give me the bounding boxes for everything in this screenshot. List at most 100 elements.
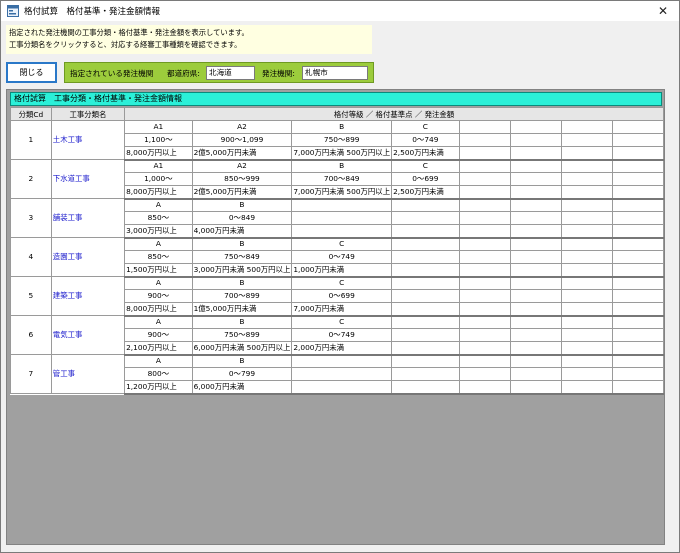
- category-code: 6: [10, 315, 52, 355]
- issuer-org-field[interactable]: 札幌市: [302, 66, 368, 80]
- grade-cell: [458, 120, 511, 134]
- app-form-icon: [7, 5, 19, 17]
- order-amount-cell: [612, 341, 664, 356]
- prefecture-field[interactable]: 北海道: [206, 66, 255, 80]
- score-range-cell: 0〜699: [291, 289, 393, 303]
- score-range-cell: [561, 289, 614, 303]
- score-range-cell: [612, 328, 664, 342]
- grade-cell: B: [291, 159, 393, 173]
- category-code: 1: [10, 120, 52, 160]
- main-window: 格付試算 格付基準・発注金額情報 ✕ 指定された発注機関の工事分類・格付基準・発…: [0, 0, 680, 553]
- category-name-link[interactable]: 舗装工事: [50, 198, 126, 238]
- grade-cell: [509, 120, 563, 134]
- order-amount-cell: [391, 224, 460, 239]
- order-amount-cell: 2,000万円未満: [291, 341, 393, 356]
- grade-cell: [458, 276, 511, 290]
- order-amount-cell: 6,000万円未満 500万円以上: [191, 341, 293, 356]
- grade-cell: A2: [191, 159, 293, 173]
- grade-cell: [458, 315, 511, 329]
- grade-cell: [391, 276, 460, 290]
- score-range-cell: 850〜999: [191, 172, 293, 186]
- score-range-cell: 1,100〜: [124, 133, 193, 147]
- grade-cell: A: [124, 315, 193, 329]
- order-amount-cell: [509, 185, 563, 200]
- score-range-cell: [391, 289, 460, 303]
- grade-cell: [509, 159, 563, 173]
- window-close-icon[interactable]: ✕: [653, 2, 673, 20]
- score-range-cell: [291, 367, 393, 381]
- grade-cell: [612, 159, 664, 173]
- order-amount-cell: [458, 224, 511, 239]
- category-name-link[interactable]: 下水道工事: [50, 159, 126, 199]
- order-amount-cell: 7,000万円未満: [291, 302, 393, 317]
- category-name-link[interactable]: 管工事: [50, 354, 126, 394]
- score-range-cell: 750〜899: [191, 328, 293, 342]
- category-name-link[interactable]: 電気工事: [50, 315, 126, 355]
- order-amount-cell: [458, 185, 511, 200]
- score-range-cell: [509, 328, 563, 342]
- score-range-cell: 0〜849: [191, 211, 293, 225]
- order-amount-cell: [291, 380, 393, 395]
- score-range-cell: 1,000〜: [124, 172, 193, 186]
- order-amount-cell: 3,000万円以上: [124, 224, 193, 239]
- score-range-cell: [561, 328, 614, 342]
- column-header-no: 分類Cd: [10, 107, 52, 121]
- order-amount-cell: 7,000万円未満 500万円以上: [291, 146, 393, 161]
- instruction-line-1: 指定された発注機関の工事分類・格付基準・発注金額を表示しています。: [9, 28, 249, 37]
- grade-cell: [561, 276, 614, 290]
- score-range-cell: [509, 172, 563, 186]
- grade-cell: [391, 198, 460, 212]
- grade-cell: B: [191, 315, 293, 329]
- grade-cell: [612, 315, 664, 329]
- score-range-cell: [561, 211, 614, 225]
- grade-cell: [561, 354, 614, 368]
- grade-cell: [612, 120, 664, 134]
- grade-cell: [391, 315, 460, 329]
- order-amount-cell: [612, 380, 664, 395]
- grade-cell: C: [291, 315, 393, 329]
- grade-cell: [509, 198, 563, 212]
- order-amount-cell: [561, 185, 614, 200]
- order-amount-cell: 2億5,000万円未満: [191, 146, 293, 161]
- title-bar: 格付試算 格付基準・発注金額情報 ✕: [1, 1, 679, 21]
- grade-cell: [561, 120, 614, 134]
- grade-cell: C: [391, 159, 460, 173]
- score-range-cell: [612, 172, 664, 186]
- order-amount-cell: [612, 146, 664, 161]
- close-button[interactable]: 閉じる: [6, 62, 57, 83]
- grade-cell: C: [291, 237, 393, 251]
- instructions-panel: 指定された発注機関の工事分類・格付基準・発注金額を表示しています。 工事分類名を…: [6, 25, 372, 54]
- grade-cell: [612, 237, 664, 251]
- order-amount-cell: 3,000万円未満 500万円以上: [191, 263, 293, 278]
- score-range-cell: [612, 367, 664, 381]
- prefecture-label: 都道府県:: [167, 69, 200, 78]
- grade-cell: [612, 354, 664, 368]
- category-name-link[interactable]: 造園工事: [50, 237, 126, 277]
- instruction-line-2: 工事分類名をクリックすると、対応する経審工事種類を確認できます。: [9, 40, 242, 49]
- order-amount-cell: [509, 302, 563, 317]
- category-code: 5: [10, 276, 52, 316]
- score-range-cell: [561, 172, 614, 186]
- category-name-link[interactable]: 建築工事: [50, 276, 126, 316]
- score-range-cell: 850〜: [124, 250, 193, 264]
- grade-cell: [612, 276, 664, 290]
- score-range-cell: [509, 367, 563, 381]
- order-amount-cell: 8,000万円以上: [124, 185, 193, 200]
- order-amount-cell: [458, 146, 511, 161]
- order-amount-cell: 1,200万円以上: [124, 380, 193, 395]
- grade-cell: C: [291, 276, 393, 290]
- grade-cell: [391, 237, 460, 251]
- score-range-cell: 0〜699: [391, 172, 460, 186]
- column-header-rank: 格付等級 ／ 格付基準点 ／ 発注金額: [124, 107, 664, 121]
- score-range-cell: [612, 133, 664, 147]
- order-amount-cell: [291, 224, 393, 239]
- score-range-cell: 900〜1,099: [191, 133, 293, 147]
- order-amount-cell: 2,100万円以上: [124, 341, 193, 356]
- score-range-cell: [458, 289, 511, 303]
- category-name-link[interactable]: 土木工事: [50, 120, 126, 160]
- score-range-cell: 850〜: [124, 211, 193, 225]
- order-amount-cell: [612, 263, 664, 278]
- category-code: 3: [10, 198, 52, 238]
- category-code: 2: [10, 159, 52, 199]
- score-range-cell: [561, 133, 614, 147]
